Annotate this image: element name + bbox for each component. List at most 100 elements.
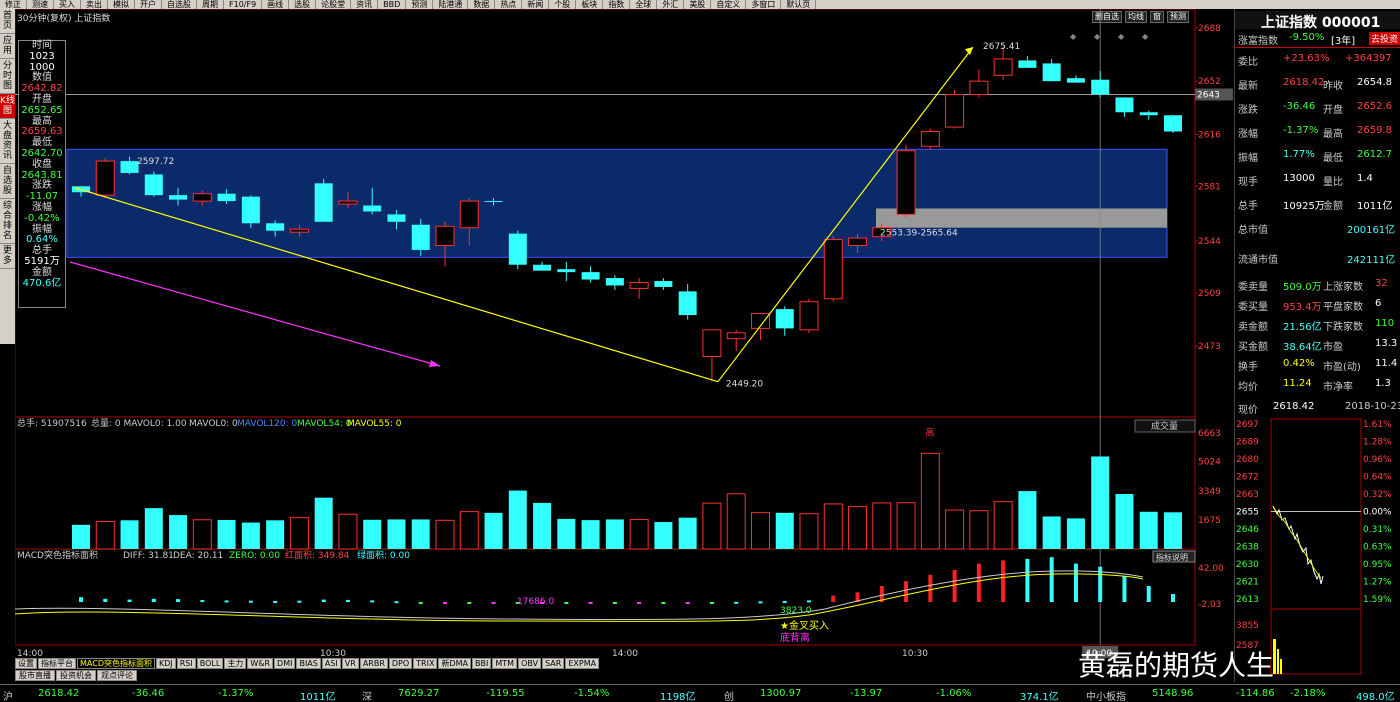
volume-bar-down <box>411 519 430 549</box>
indicator-tab[interactable]: MTM <box>492 658 518 669</box>
indicator-tab[interactable]: ARBR <box>359 658 388 669</box>
toolbar-item[interactable]: 自选股 <box>162 0 197 9</box>
quote-label: 金额 <box>1323 201 1343 212</box>
volume-bar-up <box>848 506 868 550</box>
macd-bar <box>345 599 350 602</box>
toolbar-item[interactable]: 热点 <box>495 0 523 9</box>
indicator-tab[interactable]: 主力 <box>224 658 247 669</box>
indicator-tab[interactable]: MACD突色指标面积 <box>77 658 155 669</box>
sh-percent: -1.37% <box>218 688 254 699</box>
left-nav-item[interactable]: 应用 <box>0 34 15 59</box>
left-nav-item[interactable]: 大盘资讯 <box>0 119 15 164</box>
indicator-tab[interactable]: BIAS <box>296 658 321 669</box>
quote-value: 2612.7 <box>1357 149 1392 160</box>
toolbar-item[interactable]: F10/F9 <box>224 0 263 9</box>
indicator-tab[interactable]: SAR <box>542 658 565 669</box>
volume-tick-label: 3349 <box>1198 487 1221 497</box>
quote-value: 110 <box>1375 318 1395 329</box>
indicator-tab[interactable]: KDJ <box>155 658 176 669</box>
macd-bar <box>782 601 787 604</box>
toolbar-item[interactable]: 板块 <box>576 0 604 9</box>
indicator-tab[interactable]: 指标平台 <box>38 658 76 669</box>
mktcap-value: 200161亿 <box>1347 225 1396 236</box>
zx-percent: -2.18% <box>1290 688 1326 699</box>
candle-body-down <box>678 291 697 316</box>
macd-bar <box>952 570 957 602</box>
toolbar-item[interactable]: BBD <box>378 0 407 9</box>
toolbar-item[interactable]: 模拟 <box>108 0 135 9</box>
toolbar-item[interactable]: 多窗口 <box>746 0 782 9</box>
main-chart-area[interactable]: 2688 2652 2616 2581 2544 2509 2473 2643 2449.20 2… <box>15 9 1234 659</box>
left-nav-item[interactable]: 分时图 <box>0 59 15 94</box>
left-nav-item[interactable]: 首页 <box>0 9 15 34</box>
toolbar-item[interactable]: 默认页 <box>781 0 817 9</box>
low-price-label: 2449.20 <box>726 380 763 390</box>
toolbar-item[interactable]: 修正 <box>0 0 27 9</box>
indicator-tab[interactable]: EXPMA <box>565 658 600 669</box>
toolbar-item[interactable]: 新闻 <box>522 0 550 9</box>
mini-left-tick: 2663 <box>1236 490 1259 500</box>
toolbar-item[interactable]: 美股 <box>684 0 712 9</box>
indicator-tab[interactable]: DPO <box>388 658 413 669</box>
mini-left-tick: 2621 <box>1236 578 1259 588</box>
toolbar-item[interactable]: 开户 <box>135 0 162 9</box>
volume-bar-up <box>95 521 115 550</box>
indicator-tab[interactable]: OBV <box>518 658 542 669</box>
zone-box <box>66 148 1168 258</box>
indicator-tab[interactable]: 设置 <box>15 658 37 669</box>
left-nav-item[interactable]: 自选股 <box>0 164 15 199</box>
toolbar-item[interactable]: 自定义 <box>711 0 747 9</box>
left-nav-item[interactable]: K线图 <box>0 94 15 119</box>
indicator-tab[interactable]: 新DMA <box>438 658 472 669</box>
candle-body-down <box>387 214 406 222</box>
toolbar-item[interactable]: 预测 <box>406 0 434 9</box>
indicator-tab[interactable]: RSI <box>176 658 196 669</box>
left-nav-item[interactable]: 综合排名 <box>0 199 15 244</box>
quote-label: 换手 <box>1238 362 1258 373</box>
indicator-tab[interactable]: TRIX <box>413 658 438 669</box>
indicator-tab[interactable]: VR <box>341 658 359 669</box>
volume-mavol55: MAVOL55: 0 <box>347 419 402 429</box>
left-nav-item[interactable]: 更多 <box>0 244 15 269</box>
volume-bar-up <box>750 512 770 550</box>
toolbar-item[interactable]: 外汇 <box>657 0 685 9</box>
macd-panel-frame <box>15 548 1196 646</box>
indicator-tab[interactable]: ASI <box>321 658 341 669</box>
toolbar-item[interactable]: 指数 <box>603 0 631 9</box>
mini-right-tick: 0.64% <box>1363 473 1392 483</box>
toolbar-item[interactable]: 个股 <box>549 0 577 9</box>
toolbar-item[interactable]: 画线 <box>262 0 290 9</box>
candle-body-down <box>484 201 503 203</box>
indicator-tab[interactable]: W&R <box>247 658 274 669</box>
quote-value: 2654.8 <box>1357 77 1392 88</box>
info-tab[interactable]: 股市直播 <box>15 670 55 681</box>
invest-button[interactable]: 去投资 <box>1369 32 1400 45</box>
volume-bar-up <box>823 503 843 550</box>
toolbar-item[interactable]: 周期 <box>197 0 224 9</box>
price-tick-label: 2688 <box>1198 24 1221 34</box>
toolbar-item[interactable]: 论股堂 <box>316 0 352 9</box>
info-tab[interactable]: 投资机会 <box>56 670 96 681</box>
indicator-tab[interactable]: BBI <box>472 658 492 669</box>
candle-body-down <box>1018 60 1037 68</box>
quote-label: 涨幅 <box>1238 129 1258 140</box>
macd-bar <box>297 600 302 603</box>
macd-tick-bot: -2.03 <box>1198 600 1221 610</box>
toolbar-item[interactable]: 测速 <box>27 0 54 9</box>
macd-bar <box>127 599 132 602</box>
toolbar-item[interactable]: 选股 <box>289 0 317 9</box>
toolbar-item[interactable]: 全球 <box>630 0 658 9</box>
indicator-tab[interactable]: BOLL <box>196 658 224 669</box>
macd-bar <box>443 602 447 604</box>
toolbar-item[interactable]: 资讯 <box>351 0 379 9</box>
toolbar-item[interactable]: 数据 <box>468 0 496 9</box>
toolbar-item[interactable]: 买入 <box>54 0 81 9</box>
macd-diff: DIFF: 31.81 <box>123 551 174 561</box>
mini-right-tick: 1.59% <box>1363 595 1392 605</box>
indicator-tab[interactable]: DMI <box>274 658 296 669</box>
toolbar-item[interactable]: 陆港通 <box>433 0 469 9</box>
quote-value: 0.42% <box>1283 358 1315 369</box>
info-tab[interactable]: 观点评论 <box>97 670 137 681</box>
toolbar-item[interactable]: 卖出 <box>81 0 108 9</box>
mini-intraday-chart[interactable]: 2697 1.61% 2689 1.28% 2680 0.96% 2672 0.64% 2663… <box>1235 414 1400 682</box>
